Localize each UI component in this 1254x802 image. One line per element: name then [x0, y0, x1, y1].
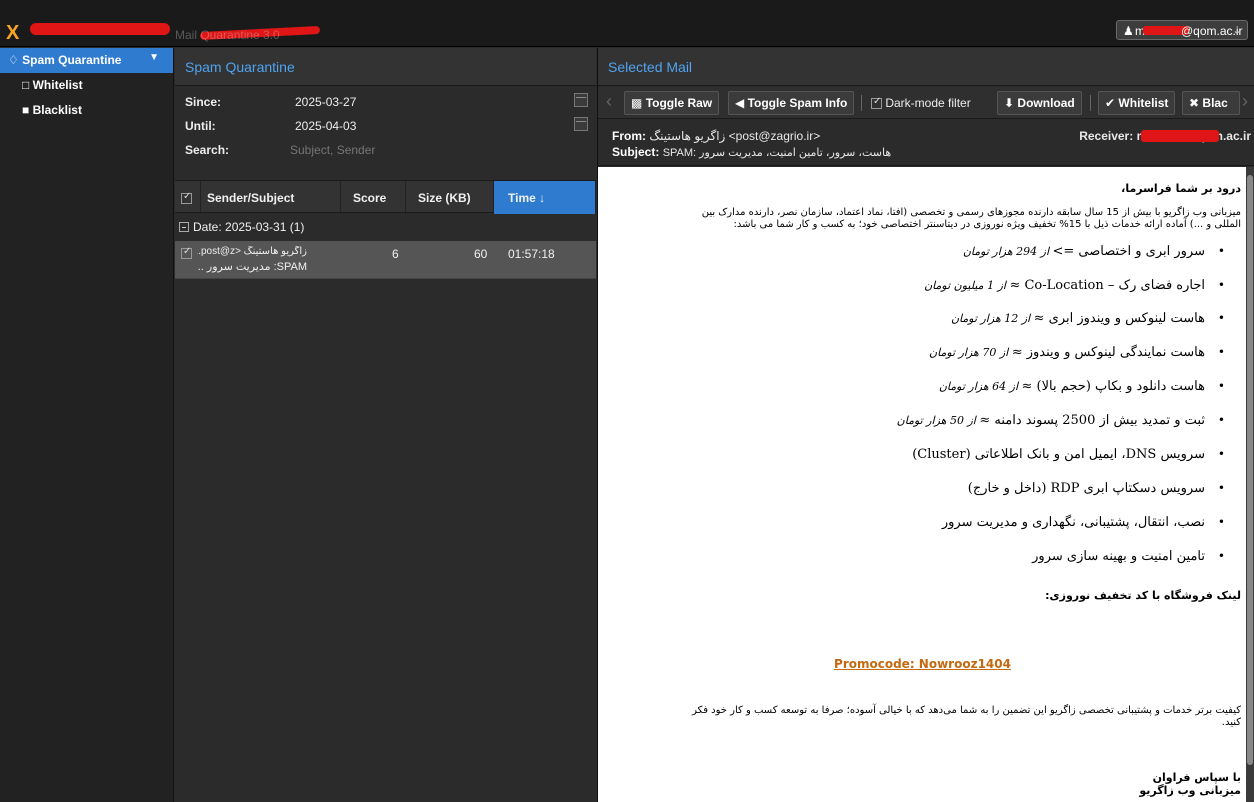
until-label: Until:: [185, 119, 216, 133]
blacklist-button[interactable]: ✖ Blac: [1182, 91, 1240, 115]
user-menu-button[interactable]: ♟ m @qom.ac.ir ⌄: [1116, 20, 1248, 40]
mail-body: درود بر شما فراسرما، میزبانی وب زاگریو ب…: [598, 167, 1247, 802]
row-size: 60: [474, 247, 488, 261]
mail-from: From: زاگریو هاستینگ <post@zagrio.ir>: [612, 129, 821, 143]
list-item: هاست لینوکس و ویندوز ابری ≈ از 12 هزار ت…: [951, 311, 1225, 326]
raw-icon: ▩: [631, 96, 643, 110]
document-outline-icon: □: [22, 78, 30, 92]
calendar-icon[interactable]: [574, 93, 588, 107]
list-item: ثبت و تمدید بیش از 2500 پسوند دامنه ≈ از…: [897, 413, 1226, 428]
thanks: با سپاس فراوان: [1152, 771, 1241, 784]
mail-scrollbar[interactable]: [1246, 167, 1254, 802]
collapse-icon[interactable]: [179, 222, 189, 232]
scroll-left-icon[interactable]: ‹: [606, 91, 612, 112]
caret-down-icon: ▼: [149, 52, 159, 63]
table-row[interactable]: زاگریو هاستینگ <post@z... SPAM: مدیریت س…: [175, 241, 596, 279]
sidebar-item-label: Blacklist: [32, 103, 82, 117]
download-button[interactable]: ⬇ Download: [997, 91, 1082, 115]
calendar-icon[interactable]: [574, 117, 588, 131]
group-header[interactable]: Date: 2025-03-31 (1): [175, 214, 596, 240]
dark-mode-filter-checkbox[interactable]: Dark-mode filter: [871, 96, 971, 110]
column-sender-subject[interactable]: Sender/Subject: [201, 181, 341, 214]
whitelist-button[interactable]: ✔ Whitelist: [1098, 91, 1176, 115]
app-logo: X: [6, 22, 19, 44]
subject-value: SPAM: هاست، سرور، تامین امنیت، مدیریت سر…: [662, 147, 892, 159]
redaction-mark: [30, 23, 170, 35]
divider: [861, 95, 862, 111]
until-filter: Until: 2025-04-03: [175, 113, 596, 137]
until-date-input[interactable]: 2025-04-03: [295, 119, 356, 133]
mail-receiver: Receiver: m.karimi@qom.ac.ir: [1079, 129, 1251, 143]
speaker-icon: ◀: [735, 96, 745, 110]
signature: میزبانی وب زاگریو: [1139, 784, 1241, 797]
spam-icon: ♢: [8, 53, 19, 67]
download-icon: ⬇: [1004, 96, 1015, 110]
list-item: اجاره فضای رک – Co-Location ≈ از 1 میلیو…: [924, 278, 1225, 293]
search-input[interactable]: [290, 140, 590, 160]
redaction-mark: [1141, 130, 1220, 142]
since-filter: Since: 2025-03-27: [175, 89, 596, 113]
top-bar: X Mail Quarantine 3.0 ♟ m @qom.ac.ir ⌄: [0, 0, 1254, 47]
row-sender: زاگریو هاستینگ <post@z...: [197, 246, 307, 257]
intro-line-2: المللی و ...) آماده ارائه خدمات ذیل با 1…: [733, 219, 1241, 230]
list-item: سرویس دسکتاپ ابری RDP (داخل و خارج): [968, 481, 1226, 496]
sidebar-item-spam-quarantine[interactable]: ♢ Spam Quarantine ▼: [0, 48, 173, 73]
list-item: سرویس DNS، ایمیل امن و بانک اطلاعاتی (Cl…: [912, 447, 1225, 462]
list-item: هاست نمایندگی لینوکس و ویندوز ≈ از 70 هز…: [929, 345, 1225, 360]
sidebar-item-label: Spam Quarantine: [22, 53, 122, 67]
mail-subject: Subject: SPAM: هاست، سرور، تامین امنیت، …: [612, 145, 892, 159]
closing-line-1: کیفیت برتر خدمات و پشتیبانی تخصصی زاگریو…: [692, 705, 1241, 716]
search-filter: Search:: [175, 137, 596, 161]
closing-line-2: کنید.: [1221, 717, 1241, 728]
select-all-header[interactable]: [175, 181, 201, 214]
intro-line-1: میزبانی وب زاگریو با بیش از 15 سال سابقه…: [701, 207, 1241, 218]
divider: [1090, 95, 1091, 111]
check-icon: ✔: [1105, 96, 1116, 110]
shop-link-title: لینک فروشگاه با کد تخفیف نوروزی:: [1045, 589, 1241, 602]
since-date-input[interactable]: 2025-03-27: [295, 95, 356, 109]
sidebar-item-blacklist[interactable]: ■ Blacklist: [0, 98, 173, 123]
document-filled-icon: ■: [22, 103, 30, 117]
list-item: نصب، انتقال، پشتیبانی، نگهداری و مدیریت …: [942, 515, 1225, 530]
quarantine-panel: Spam Quarantine Since: 2025-03-27 Until:…: [175, 48, 596, 802]
promo-link[interactable]: Promocode: Nowrooz1404: [598, 657, 1247, 671]
row-time: 01:57:18: [508, 247, 555, 261]
since-label: Since:: [185, 95, 222, 109]
checkbox-icon[interactable]: [871, 96, 882, 110]
group-label: Date: 2025-03-31 (1): [193, 220, 305, 234]
toggle-raw-button[interactable]: ▩ Toggle Raw: [624, 91, 720, 115]
search-label: Search:: [185, 143, 230, 157]
sidebar: ♢ Spam Quarantine ▼ □ Whitelist ■ Blackl…: [0, 48, 174, 802]
table-header: Sender/Subject Score Size (KB) Time ↓: [175, 180, 596, 214]
list-item: تامین امنیت و بهینه سازی سرور: [1032, 549, 1225, 564]
column-time[interactable]: Time ↓: [494, 181, 596, 214]
list-item: سرور ابری و اختصاصی => از 294 هزار تومان: [963, 244, 1225, 259]
scroll-right-icon[interactable]: ›: [1242, 91, 1248, 112]
list-item: هاست دانلود و بکاپ (حجم بالا) ≈ از 64 هز…: [939, 379, 1225, 394]
sidebar-item-label: Whitelist: [32, 78, 83, 92]
row-score: 6: [392, 247, 399, 261]
checkbox-icon[interactable]: [181, 191, 192, 205]
selected-mail-panel: Selected Mail ‹ ▩ Toggle Raw ◀ Toggle Sp…: [597, 48, 1254, 802]
greeting: درود بر شما فراسرما،: [1121, 182, 1241, 195]
mail-toolbar: ‹ ▩ Toggle Raw ◀ Toggle Spam Info Dark-m…: [598, 87, 1254, 119]
checkbox-icon[interactable]: [181, 246, 192, 259]
user-icon: ♟: [1123, 24, 1134, 38]
toggle-spam-info-button[interactable]: ◀ Toggle Spam Info: [728, 91, 855, 115]
panel-title: Selected Mail: [598, 48, 1254, 86]
column-size[interactable]: Size (KB): [406, 181, 494, 214]
chevron-down-icon: ⌄: [1231, 23, 1242, 37]
mail-meta: From: زاگریو هاستینگ <post@zagrio.ir> Su…: [598, 120, 1254, 166]
column-score[interactable]: Score: [341, 181, 406, 214]
x-icon: ✖: [1189, 96, 1200, 110]
sidebar-item-whitelist[interactable]: □ Whitelist: [0, 73, 173, 98]
from-value: زاگریو هاستینگ <post@zagrio.ir>: [649, 129, 821, 143]
row-subject: SPAM: مدیریت سرور ...: [197, 261, 307, 273]
app-title: Mail Quarantine 3.0: [175, 28, 280, 42]
scroll-thumb[interactable]: [1247, 175, 1253, 765]
panel-title: Spam Quarantine: [175, 48, 596, 86]
